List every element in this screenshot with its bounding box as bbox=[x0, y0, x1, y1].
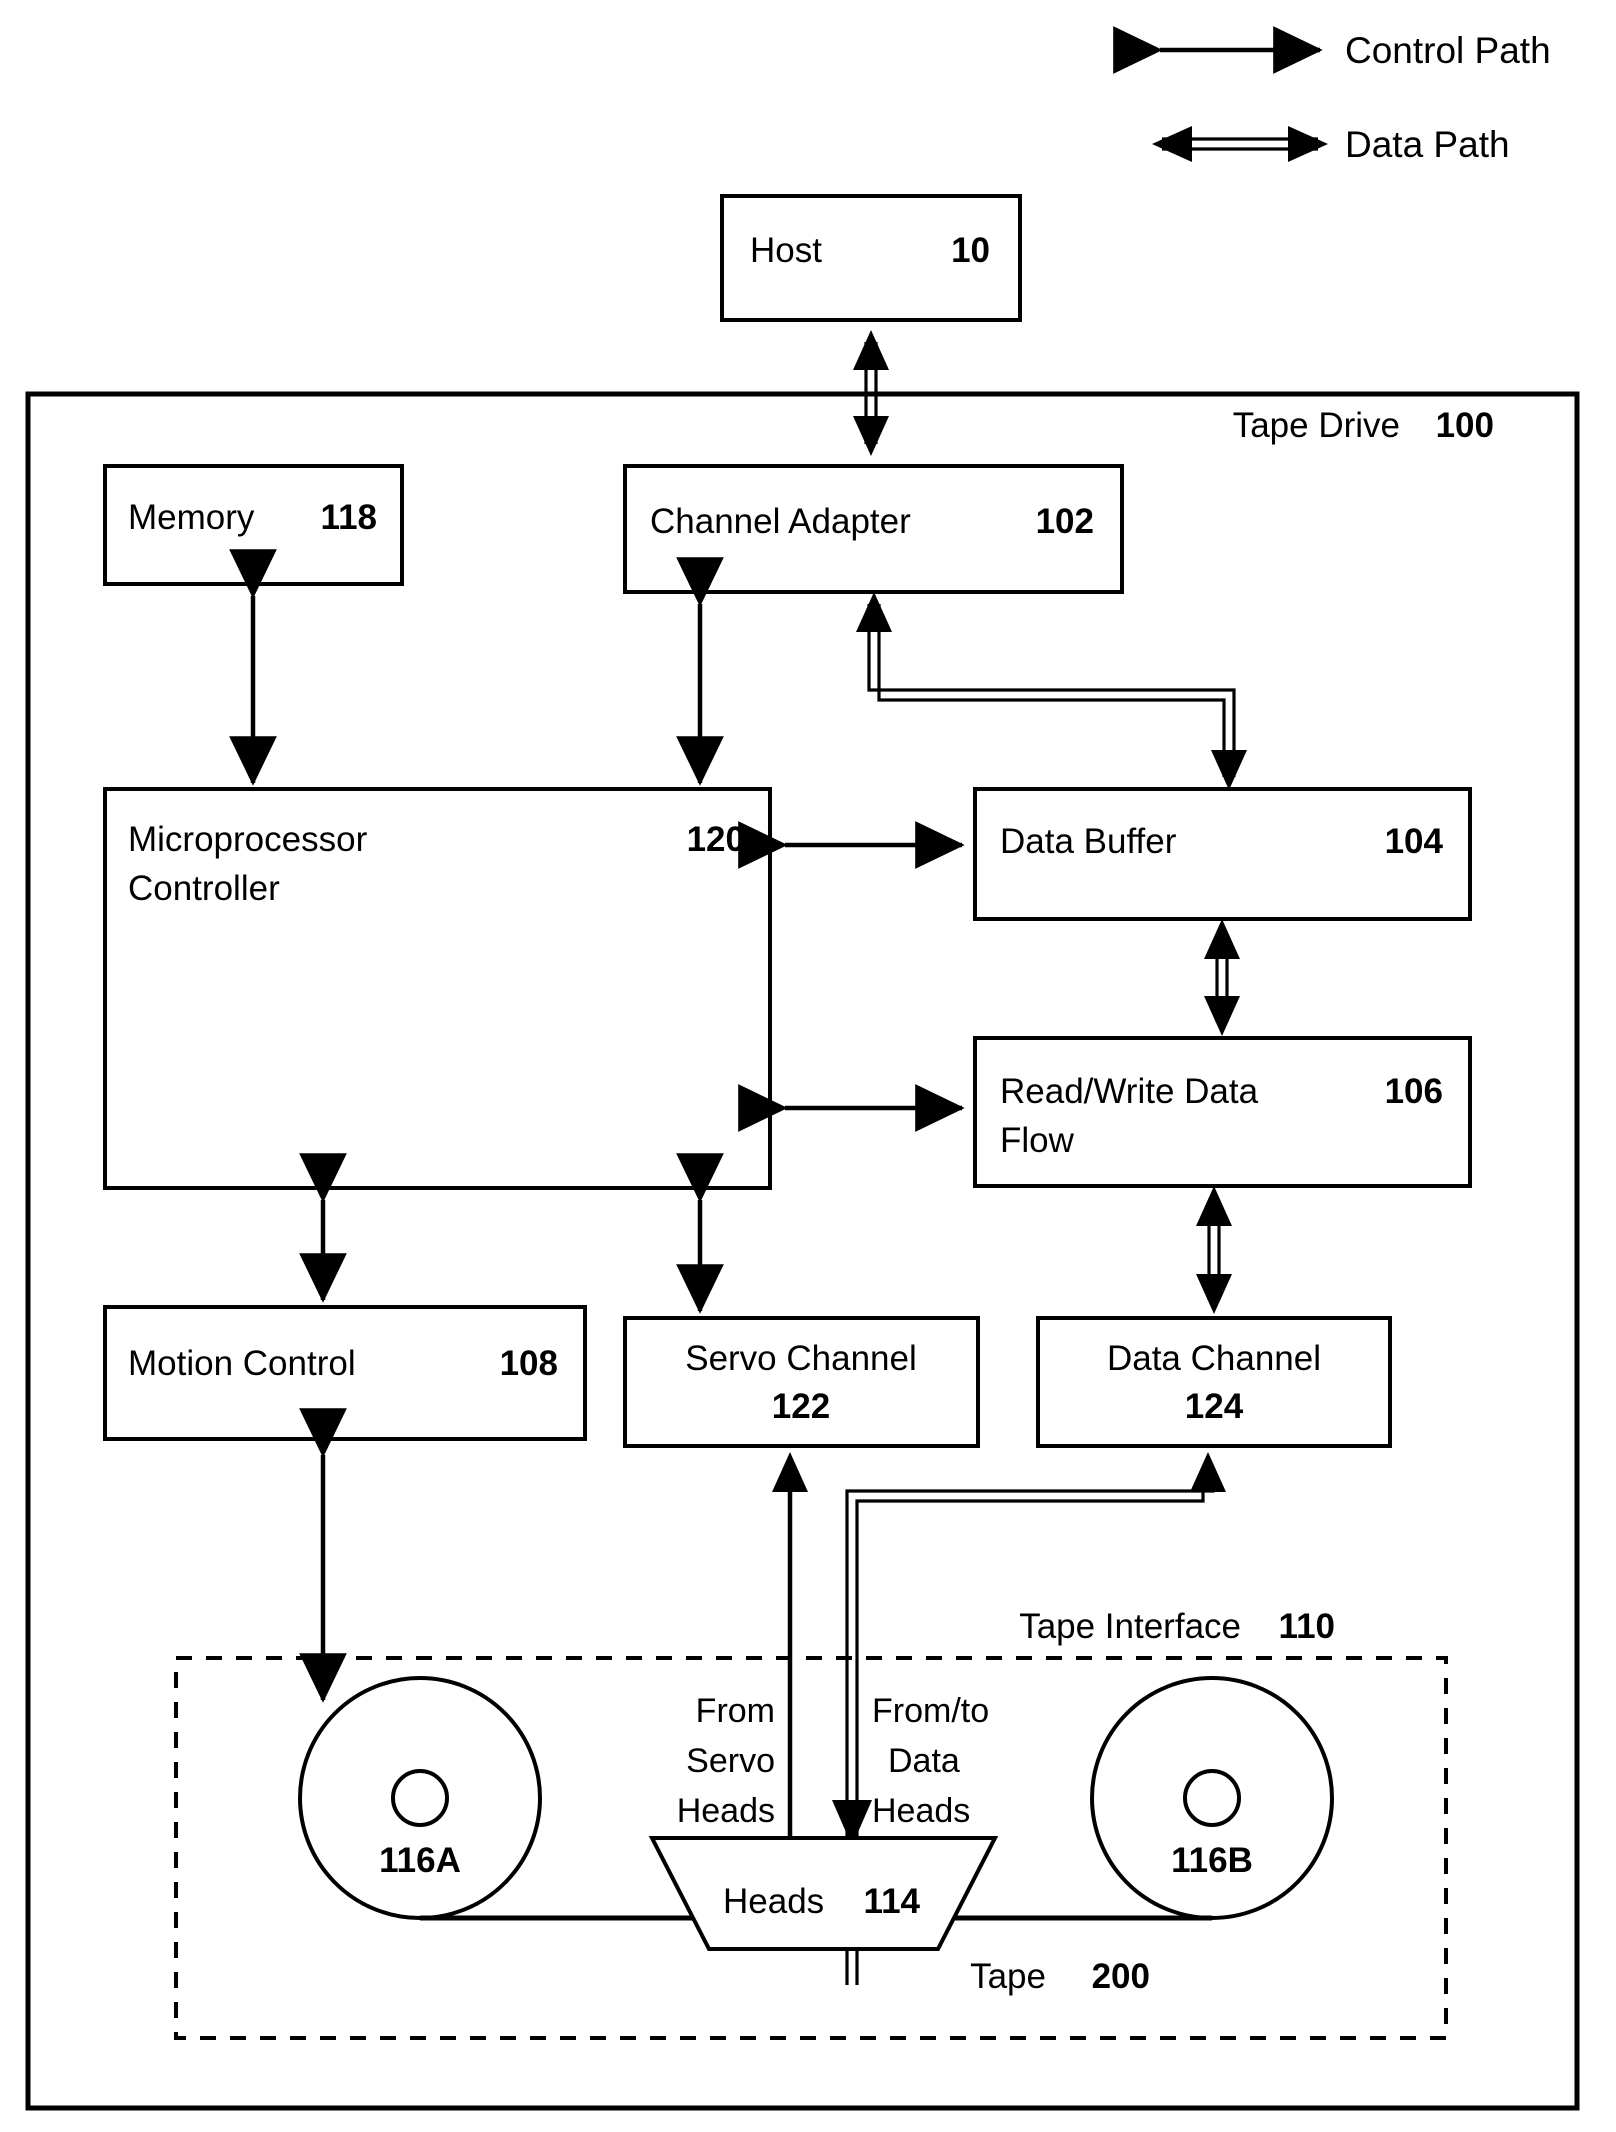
legend: Control Path Data Path bbox=[1113, 26, 1551, 165]
annotation-from-to-data-heads-line3: Heads bbox=[872, 1792, 970, 1830]
block-motion-control-label: Motion Control bbox=[128, 1344, 356, 1383]
container-tape-drive-ref: 100 bbox=[1436, 406, 1494, 445]
block-microprocessor-controller-label-line1: Microprocessor bbox=[128, 820, 368, 859]
container-tape-drive-label: Tape Drive bbox=[1233, 406, 1400, 445]
legend-data-path-label: Data Path bbox=[1345, 124, 1510, 165]
annotation-from-servo-heads: From Servo Heads bbox=[677, 1692, 775, 1830]
block-motion-control-ref: 108 bbox=[500, 1344, 558, 1383]
annotation-from-to-data-heads: From/to Data Heads bbox=[872, 1692, 989, 1830]
block-microprocessor-controller-ref: 120 bbox=[687, 820, 745, 859]
block-servo-channel-label: Servo Channel bbox=[685, 1339, 917, 1378]
block-data-buffer: Data Buffer 104 bbox=[973, 787, 1472, 921]
legend-data-path-arrow-icon bbox=[1152, 126, 1328, 162]
block-data-buffer-label: Data Buffer bbox=[1000, 822, 1177, 861]
block-channel-adapter-ref: 102 bbox=[1036, 502, 1094, 541]
block-read-write-data-flow-label-line2: Flow bbox=[1000, 1121, 1075, 1160]
link-data-buffer-to-read-write-flow bbox=[1204, 919, 1240, 1036]
annotation-from-to-data-heads-line2: Data bbox=[888, 1742, 960, 1780]
block-data-channel-ref: 124 bbox=[1185, 1387, 1244, 1426]
block-heads: Heads 114 bbox=[648, 1836, 999, 1951]
block-servo-channel-ref: 122 bbox=[772, 1387, 830, 1426]
block-heads-ref: 114 bbox=[864, 1882, 921, 1921]
block-microprocessor-controller: Microprocessor Controller 120 bbox=[103, 787, 772, 1190]
container-tape-interface-ref: 110 bbox=[1279, 1607, 1335, 1646]
block-host-label: Host bbox=[750, 231, 822, 270]
block-read-write-data-flow-ref: 106 bbox=[1385, 1072, 1443, 1111]
tape-label: Tape bbox=[970, 1957, 1046, 1996]
block-data-channel-label: Data Channel bbox=[1107, 1339, 1321, 1378]
block-memory-label: Memory bbox=[128, 498, 255, 537]
tape-ref: 200 bbox=[1092, 1957, 1150, 1996]
block-host-ref: 10 bbox=[951, 231, 990, 270]
annotation-from-servo-heads-line1: From bbox=[696, 1692, 775, 1730]
block-channel-adapter: Channel Adapter 102 bbox=[623, 464, 1124, 594]
block-data-buffer-ref: 104 bbox=[1385, 822, 1444, 861]
block-memory: Memory 118 bbox=[103, 464, 404, 586]
block-servo-channel: Servo Channel 122 bbox=[623, 1316, 980, 1448]
annotation-from-servo-heads-line2: Servo bbox=[686, 1742, 775, 1780]
block-read-write-data-flow: Read/Write Data Flow 106 bbox=[973, 1036, 1472, 1188]
reel-left: 116A bbox=[298, 1676, 542, 1920]
container-tape-interface-label: Tape Interface bbox=[1019, 1607, 1241, 1646]
tape-label-group: Tape 200 bbox=[970, 1957, 1150, 1996]
reel-right: 116B bbox=[1090, 1676, 1334, 1920]
figure-canvas: Control Path Data Path Host 10 Tape Driv… bbox=[0, 0, 1616, 2132]
annotation-from-servo-heads-line3: Heads bbox=[677, 1792, 775, 1830]
block-host: Host 10 bbox=[720, 194, 1022, 322]
link-read-write-flow-to-data-channel bbox=[1196, 1186, 1232, 1314]
block-motion-control: Motion Control 108 bbox=[103, 1305, 587, 1441]
block-memory-ref: 118 bbox=[321, 498, 377, 537]
block-data-channel: Data Channel 124 bbox=[1036, 1316, 1392, 1448]
link-heads-to-servo-channel bbox=[772, 1452, 808, 1836]
tape-drive-block-diagram: Control Path Data Path Host 10 Tape Driv… bbox=[25, 26, 1580, 2111]
reel-right-ref: 116B bbox=[1171, 1841, 1253, 1880]
block-microprocessor-controller-label-line2: Controller bbox=[128, 869, 280, 908]
legend-control-path-label: Control Path bbox=[1345, 30, 1551, 71]
block-channel-adapter-label: Channel Adapter bbox=[650, 502, 911, 541]
block-read-write-data-flow-label-line1: Read/Write Data bbox=[1000, 1072, 1259, 1111]
block-heads-label: Heads bbox=[723, 1882, 824, 1921]
reel-left-ref: 116A bbox=[379, 1841, 461, 1880]
link-channel-adapter-to-data-buffer bbox=[856, 592, 1247, 790]
annotation-from-to-data-heads-line1: From/to bbox=[872, 1692, 989, 1730]
